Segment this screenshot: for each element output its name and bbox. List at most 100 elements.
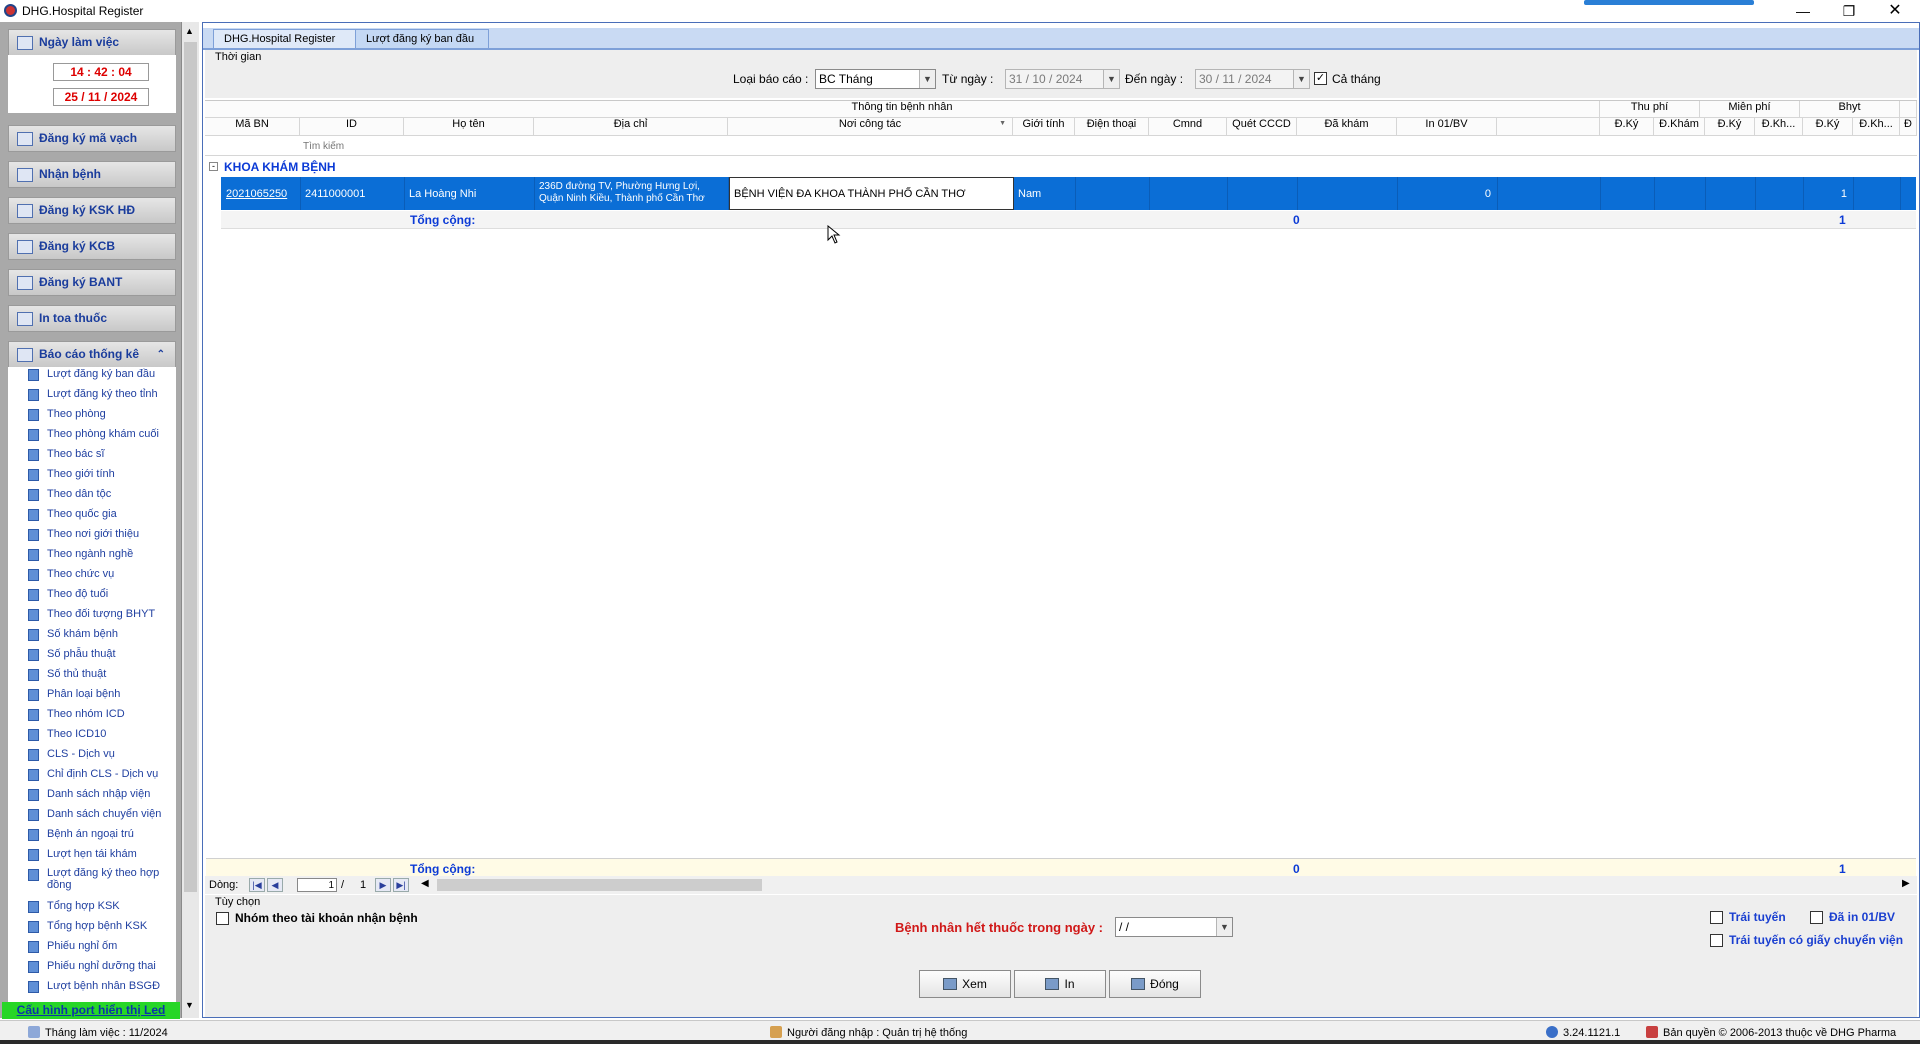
col-in-01bv[interactable]: In 01/BV [1397,118,1497,136]
minimize-icon[interactable]: — [1780,0,1826,22]
trai-tuyen-gcv-checkbox[interactable] [1710,934,1723,947]
group-row[interactable]: - KHOA KHÁM BỆNH [206,158,1916,176]
col-cmnd[interactable]: Cmnd [1149,118,1227,136]
sidebar-item-nhan-benh[interactable]: Nhận bệnh [8,161,176,188]
report-item-label: Theo ICD10 [47,728,107,740]
scroll-left-icon[interactable]: ◀ [421,878,429,889]
report-item-label: Theo đối tượng BHYT [47,608,156,620]
prev-page-icon[interactable]: ◀ [267,878,283,892]
grand-total-bhyt: 1 [1839,862,1846,876]
col-blank[interactable] [1497,118,1600,136]
report-item-label: Theo nhóm ICD [47,708,125,720]
chevron-down-icon[interactable]: ▼ [1216,918,1232,936]
scroll-down-icon[interactable]: ▼ [185,1000,194,1010]
book-icon [17,348,33,362]
trai-tuyen-gcv-label: Trái tuyến có giấy chuyển viện [1729,933,1904,947]
book-icon [17,204,33,218]
thoi-gian-label: Thời gian [215,51,262,63]
sidebar-item-dang-ky-ma-vach[interactable]: Đăng ký mã vạch [8,125,176,152]
tab-home[interactable]: DHG.Hospital Register [213,29,357,50]
report-item-label: Lượt đăng ký theo hợp đồng [47,867,160,891]
first-page-icon[interactable]: |◀ [249,878,265,892]
tu-ngay-picker[interactable]: 31 / 10 / 2024 ▼ [1005,69,1120,89]
ca-thang-checkbox[interactable]: ✓ [1314,72,1327,85]
sidebar-item-in-toa-thuoc[interactable]: In toa thuốc [8,305,176,332]
report-icon [28,469,39,481]
col-ma-bn[interactable]: Mã BN [205,118,300,136]
report-icon [28,809,39,821]
col-quet-cccd[interactable]: Quét CCCD [1227,118,1297,136]
cell-noi-cong-tac[interactable]: BỆNH VIỆN ĐA KHOA THÀNH PHỐ CẦN THƠ [729,177,1014,210]
col-mien-phi-dky[interactable]: Đ.Ký [1705,118,1755,136]
sidebar-bao-cao-header[interactable]: Báo cáo thống kê ⌃ [8,341,176,368]
chevron-down-icon[interactable]: ▼ [1293,70,1309,88]
sidebar-ngay-lam-viec[interactable]: Ngày làm việc [8,29,176,56]
led-port-config-link[interactable]: Cấu hình port hiển thị Led [2,1002,180,1019]
col-mien-phi-dkh[interactable]: Đ.Kh... [1755,118,1803,136]
next-page-icon[interactable]: ▶ [375,878,391,892]
het-thuoc-date-picker[interactable]: / / ▼ [1115,917,1233,937]
col-gioi-tinh[interactable]: Giới tính [1013,118,1075,136]
col-dia-chi[interactable]: Địa chỉ [534,118,728,136]
chevron-down-icon[interactable]: ▼ [999,120,1006,127]
exit-icon [1131,978,1146,990]
nhom-tk-checkbox[interactable] [216,912,229,925]
xem-button[interactable]: Xem [919,970,1011,998]
report-icon [28,981,39,993]
sidebar-item-dang-ky-kcb[interactable]: Đăng ký KCB [8,233,176,260]
table-row[interactable]: 2021065250 2411000001 La Hoàng Nhi 236D … [221,177,1916,210]
band-mien-phi: Miễn phí [1700,101,1800,118]
col-ho-ten[interactable]: Họ tên [404,118,534,136]
scroll-thumb[interactable] [184,42,197,892]
col-da-kham[interactable]: Đã khám [1297,118,1397,136]
sidebar-item-dang-ky-bant[interactable]: Đăng ký BANT [8,269,176,296]
h-scroll-thumb[interactable] [437,879,762,891]
collapse-group-icon[interactable]: - [209,162,218,171]
loai-bao-cao-select[interactable]: BC Tháng ▼ [815,69,936,89]
chevron-down-icon[interactable]: ▼ [919,70,935,88]
col-noi-cong-tac[interactable]: Nơi công tác ▼ [728,118,1013,136]
col-id[interactable]: ID [300,118,404,136]
col-bhyt-dkh[interactable]: Đ.Kh... [1853,118,1900,136]
dong-button[interactable]: Đóng [1109,970,1201,998]
col-bhyt-dky[interactable]: Đ.Ký [1803,118,1853,136]
last-page-icon[interactable]: ▶| [393,878,409,892]
da-in-checkbox[interactable] [1810,911,1823,924]
page-input[interactable] [297,878,337,892]
cell-ma-bn[interactable]: 2021065250 [221,177,301,210]
scroll-up-icon[interactable]: ▲ [185,26,194,36]
status-copyright: Bản quyền © 2006-2013 thuộc về DHG Pharm… [1646,1026,1896,1039]
report-icon [28,409,39,421]
cell-gioi-tinh: Nam [1014,177,1076,210]
report-icon [28,629,39,641]
cell-bhyt-dkh [1854,177,1901,210]
col-thu-phi-dky[interactable]: Đ.Ký [1600,118,1654,136]
report-item-label: Theo giới tính [47,468,115,480]
report-icon [28,901,39,913]
close-icon[interactable]: ✕ [1872,0,1918,22]
sidebar-item-dang-ky-ksk-hd[interactable]: Đăng ký KSK HĐ [8,197,176,224]
col-d[interactable]: Đ [1900,118,1917,136]
search-input[interactable] [301,138,403,154]
report-item-label: Lượt đăng ký theo tỉnh [47,388,158,400]
band-bhyt: Bhyt [1800,101,1900,118]
report-icon [28,829,39,841]
loai-bao-cao-label: Loại báo cáo : [733,72,809,86]
trai-tuyen-checkbox[interactable] [1710,911,1723,924]
tab-luot-dang-ky[interactable]: Lượt đăng ký ban đầu [355,29,489,50]
group-label: KHOA KHÁM BỆNH [224,160,336,174]
scroll-right-icon[interactable]: ▶ [1902,878,1910,889]
band-thu-phi: Thu phí [1600,101,1700,118]
users-icon [770,1026,782,1038]
report-icon [28,649,39,661]
report-item-label: Theo nơi giới thiệu [47,528,140,540]
col-dien-thoai[interactable]: Điện thoại [1075,118,1149,136]
in-button[interactable]: In [1014,970,1106,998]
chevron-down-icon[interactable]: ▼ [1103,70,1119,88]
collapse-icon[interactable]: ⌃ [157,342,165,367]
col-thu-phi-dkham[interactable]: Đ.Khám [1654,118,1705,136]
report-icon [28,921,39,933]
den-ngay-picker[interactable]: 30 / 11 / 2024 ▼ [1195,69,1310,89]
restore-icon[interactable]: ❐ [1826,0,1872,22]
sidebar-scrollbar[interactable]: ▲ ▼ [182,22,199,1018]
